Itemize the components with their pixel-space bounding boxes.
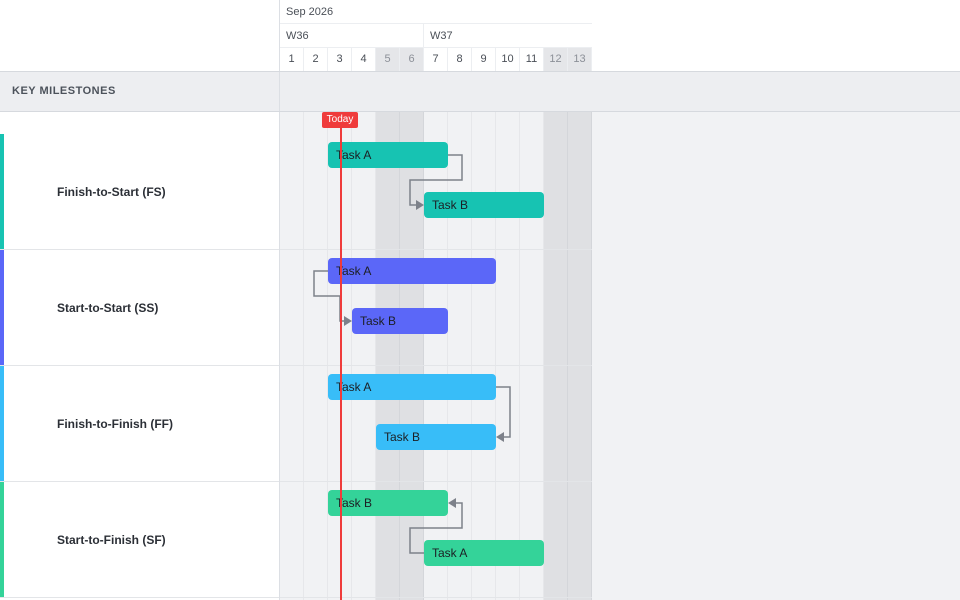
task-bar-ss-b[interactable]: Task B [352, 308, 448, 334]
grid-column [448, 112, 472, 600]
task-bar-sf-a[interactable]: Task A [424, 540, 544, 566]
row-label: Finish-to-Finish (FF) [57, 416, 173, 431]
day-cell[interactable]: 10 [496, 48, 520, 71]
grid-column [496, 112, 520, 600]
day-cell-weekend[interactable]: 5 [376, 48, 400, 71]
grid-column-weekend [376, 112, 400, 600]
grid-row-divider [280, 365, 592, 366]
day-cell-weekend[interactable]: 6 [400, 48, 424, 71]
grid-column [352, 112, 376, 600]
day-cell-weekend[interactable]: 13 [568, 48, 592, 71]
grid-column [304, 112, 328, 600]
day-cell-weekend[interactable]: 12 [544, 48, 568, 71]
grid-column-weekend [544, 112, 568, 600]
row-start-to-finish[interactable]: Start-to-Finish (SF) [0, 482, 279, 598]
day-cell[interactable]: 4 [352, 48, 376, 71]
week-label-w36: W36 [280, 24, 424, 48]
section-label: KEY MILESTONES [12, 85, 116, 97]
left-header-blank [0, 0, 280, 71]
grid-column [280, 112, 304, 600]
task-bar-ss-a[interactable]: Task A [328, 258, 496, 284]
grid-column-weekend [400, 112, 424, 600]
grid-column-weekend [568, 112, 592, 600]
task-bar-ff-a[interactable]: Task A [328, 374, 496, 400]
task-bar-fs-a[interactable]: Task A [328, 142, 448, 168]
task-bar-ff-b[interactable]: Task B [376, 424, 496, 450]
day-cell[interactable]: 11 [520, 48, 544, 71]
section-header-key-milestones[interactable]: KEY MILESTONES [0, 72, 960, 112]
day-cell[interactable]: 7 [424, 48, 448, 71]
row-label: Start-to-Start (SS) [57, 300, 159, 315]
grid-column [520, 112, 544, 600]
row-accent-bar [0, 366, 4, 481]
month-label: Sep 2026 [280, 0, 592, 24]
day-cell[interactable]: 3 [328, 48, 352, 71]
row-start-to-start[interactable]: Start-to-Start (SS) [0, 250, 279, 366]
row-finish-to-finish[interactable]: Finish-to-Finish (FF) [0, 366, 279, 482]
gantt-grid[interactable] [280, 112, 592, 600]
empty-chart-area [592, 112, 960, 600]
today-badge: Today [322, 112, 358, 128]
day-cell[interactable]: 1 [280, 48, 304, 71]
task-bar-fs-b[interactable]: Task B [424, 192, 544, 218]
week-label-w37: W37 [424, 24, 592, 48]
row-accent-bar [0, 482, 4, 597]
day-cell[interactable]: 9 [472, 48, 496, 71]
timeline-header: Sep 2026 W36 W37 1 2 3 4 5 6 7 8 9 10 11… [280, 0, 593, 71]
day-cell[interactable]: 2 [304, 48, 328, 71]
today-line [340, 126, 342, 600]
row-accent-bar [0, 134, 4, 249]
day-cell[interactable]: 8 [448, 48, 472, 71]
row-accent-bar [0, 250, 4, 365]
task-bar-sf-b[interactable]: Task B [328, 490, 448, 516]
header-empty-area [592, 0, 960, 71]
row-finish-to-start[interactable]: Finish-to-Start (FS) [0, 134, 279, 250]
grid-row-divider [280, 249, 592, 250]
row-label: Start-to-Finish (SF) [57, 532, 166, 547]
section-divider [279, 72, 280, 111]
grid-row-divider [280, 597, 592, 598]
row-labels-pane: Finish-to-Start (FS) Start-to-Start (SS)… [0, 112, 280, 600]
grid-column [472, 112, 496, 600]
grid-column [424, 112, 448, 600]
grid-row-divider [280, 481, 592, 482]
row-label: Finish-to-Start (FS) [57, 184, 166, 199]
